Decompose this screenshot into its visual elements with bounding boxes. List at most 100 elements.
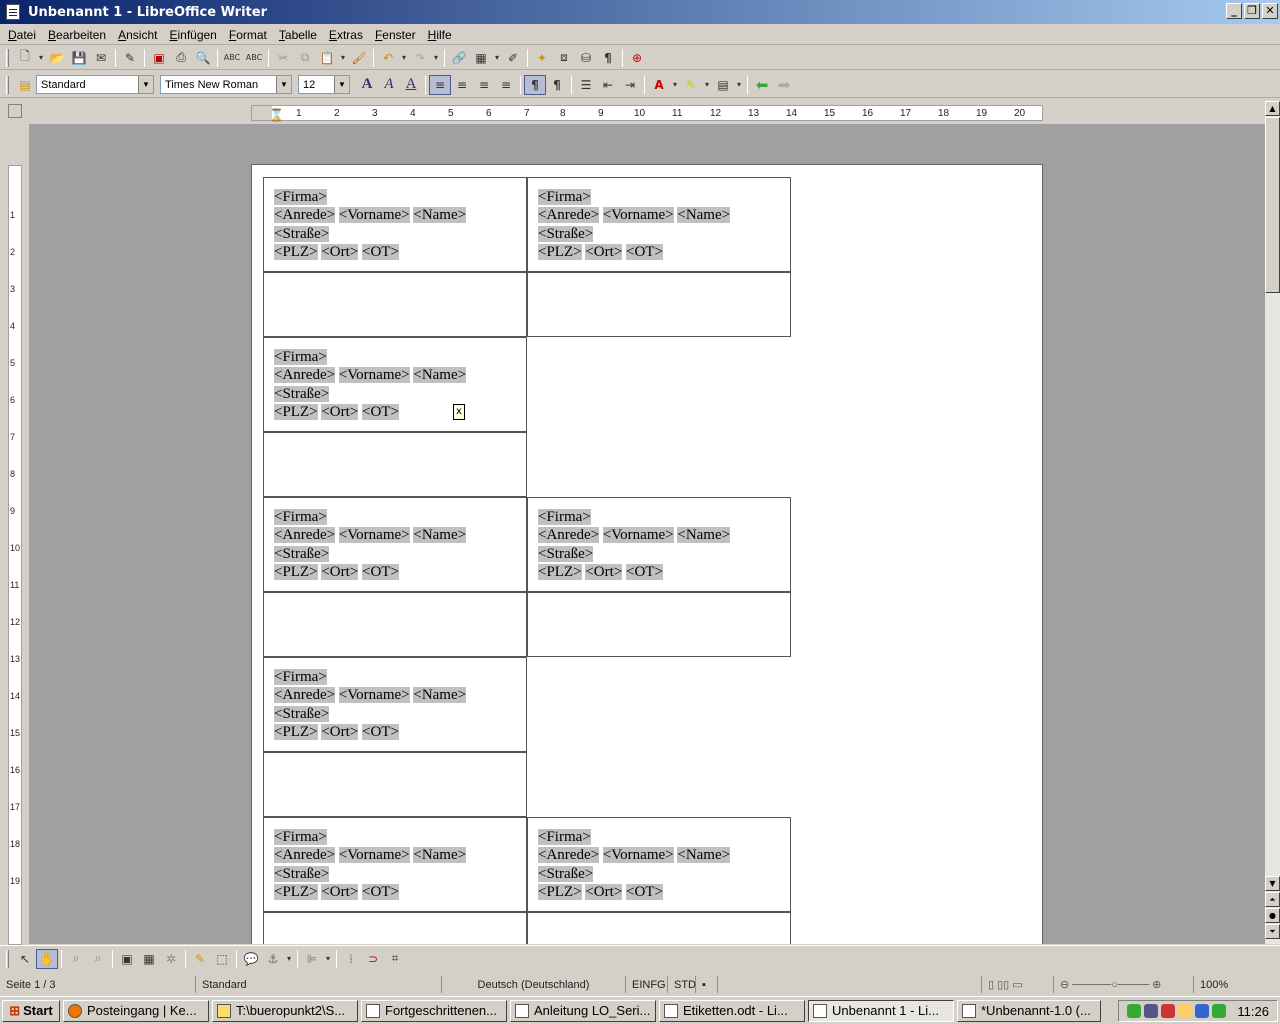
align-left-icon[interactable]: ≡ bbox=[429, 74, 451, 95]
background-color-icon[interactable]: ▤ bbox=[712, 75, 734, 95]
chevron-down-icon[interactable]: ▼ bbox=[334, 76, 349, 93]
close-button[interactable]: ✕ bbox=[1262, 3, 1278, 19]
select-arrow-icon[interactable]: ↖ bbox=[14, 949, 36, 969]
chevron-down-icon[interactable]: ▾ bbox=[323, 949, 333, 969]
paragraph-style-select[interactable]: Standard ▼ bbox=[36, 75, 154, 94]
callout-icon[interactable]: 💬 bbox=[240, 949, 262, 969]
label-cell[interactable]: <Firma> <Anrede> <Vorname> <Name> <Straß… bbox=[527, 497, 791, 592]
decrease-indent-icon[interactable]: ⇤ bbox=[597, 75, 619, 95]
grid-dots-icon[interactable]: ⁞ bbox=[340, 949, 362, 969]
tray-icon[interactable] bbox=[1178, 1004, 1193, 1018]
menu-tabelle[interactable]: Tabelle bbox=[273, 28, 323, 42]
email-icon[interactable]: ✉ bbox=[90, 48, 112, 68]
spacer-cell[interactable] bbox=[263, 592, 527, 657]
toolbar-grip[interactable] bbox=[6, 949, 9, 968]
copy-icon[interactable]: ⧉ bbox=[294, 48, 316, 68]
restore-button[interactable]: ❐ bbox=[1244, 3, 1260, 19]
paste-icon[interactable]: 📋 bbox=[316, 48, 338, 68]
zoom-icon[interactable]: ⌕ bbox=[65, 949, 87, 969]
toolbar-grip[interactable] bbox=[6, 48, 9, 67]
chevron-down-icon[interactable]: ▾ bbox=[670, 75, 680, 95]
status-page-style[interactable]: Standard bbox=[196, 976, 442, 993]
chevron-down-icon[interactable]: ▾ bbox=[284, 949, 294, 969]
label-cell[interactable]: <Firma> <Anrede> <Vorname> <Name> <Straß… bbox=[263, 657, 527, 752]
previous-icon[interactable]: ⬅ bbox=[751, 75, 773, 95]
taskbar-button[interactable]: Posteingang | Ke... bbox=[63, 999, 209, 1022]
status-insert-mode[interactable]: EINFG bbox=[626, 976, 668, 993]
font-color-icon[interactable]: A bbox=[648, 75, 670, 95]
taskbar-button-active[interactable]: Unbenannt 1 - Li... bbox=[808, 999, 954, 1022]
italic-icon[interactable]: A bbox=[378, 75, 400, 95]
label-cell[interactable]: <Firma> <Anrede> <Vorname> <Name> <Straß… bbox=[263, 497, 527, 592]
chevron-down-icon[interactable]: ▾ bbox=[399, 48, 409, 68]
menu-hilfe[interactable]: Hilfe bbox=[422, 28, 458, 42]
styles-formatting-icon[interactable]: ▤ bbox=[14, 75, 36, 95]
gallery-icon[interactable]: ⧈ bbox=[553, 48, 575, 68]
vertical-ruler[interactable]: 1 2 3 4 5 6 7 8 9 10 11 12 13 14 15 16 1… bbox=[8, 165, 22, 945]
label-cell[interactable]: <Firma> <Anrede> <Vorname> <Name> <Straß… bbox=[527, 817, 791, 912]
label-cell[interactable]: <Firma> <Anrede> <Vorname> <Name> <Straß… bbox=[263, 177, 527, 272]
label-cell[interactable]: <Firma> <Anrede> <Vorname> <Name> <Straß… bbox=[527, 177, 791, 272]
data-sources-icon[interactable]: ⛁ bbox=[575, 48, 597, 68]
taskbar-button[interactable]: Etiketten.odt - Li... bbox=[659, 999, 805, 1022]
tray-icon[interactable] bbox=[1195, 1004, 1210, 1018]
chevron-down-icon[interactable]: ▾ bbox=[338, 48, 348, 68]
menu-bearbeiten[interactable]: Bearbeiten bbox=[42, 28, 112, 42]
rtl-icon[interactable]: ¶ bbox=[546, 75, 568, 95]
spacer-cell[interactable] bbox=[263, 752, 527, 817]
formatting-marks-icon[interactable]: ¶ bbox=[597, 48, 619, 68]
navigation-icon[interactable]: ● bbox=[1265, 908, 1280, 923]
bold-icon[interactable]: A bbox=[356, 75, 378, 95]
chevron-down-icon[interactable]: ▼ bbox=[138, 76, 153, 93]
align-center-icon[interactable]: ≡ bbox=[451, 75, 473, 95]
spacer-cell[interactable] bbox=[527, 592, 791, 657]
spacer-cell[interactable] bbox=[527, 272, 791, 337]
spacer-cell[interactable] bbox=[263, 432, 527, 497]
toolbar-grip[interactable] bbox=[6, 75, 9, 94]
anchor-icon[interactable]: ⚓ bbox=[262, 949, 284, 969]
print-preview-icon[interactable]: 🔍 bbox=[192, 48, 214, 68]
indent-marker-icon[interactable]: ⌛ bbox=[269, 108, 284, 122]
tray-icon[interactable] bbox=[1144, 1004, 1159, 1018]
points-icon[interactable]: ⬚ bbox=[211, 949, 233, 969]
spacer-cell[interactable] bbox=[263, 272, 527, 337]
scroll-down-icon[interactable]: ▼ bbox=[1265, 876, 1280, 891]
chevron-down-icon[interactable]: ▾ bbox=[36, 48, 46, 68]
fontwork-icon[interactable]: ✎ bbox=[189, 949, 211, 969]
wrap-icon[interactable]: ⊃ bbox=[362, 949, 384, 969]
vertical-scrollbar[interactable]: ▲ ▼ ⏶ ● ⏷ bbox=[1265, 101, 1280, 944]
next-icon[interactable]: ➡ bbox=[773, 75, 795, 95]
increase-indent-icon[interactable]: ⇥ bbox=[619, 75, 641, 95]
tray-icon[interactable] bbox=[1212, 1004, 1227, 1018]
chevron-down-icon[interactable]: ▾ bbox=[702, 75, 712, 95]
chevron-down-icon[interactable]: ▼ bbox=[276, 76, 291, 93]
help-icon[interactable]: ⊕ bbox=[626, 48, 648, 68]
underline-icon[interactable]: A bbox=[400, 75, 422, 95]
align-right-icon[interactable]: ≡ bbox=[473, 75, 495, 95]
effects-icon[interactable]: ✲ bbox=[160, 949, 182, 969]
chevron-down-icon[interactable]: ▾ bbox=[492, 48, 502, 68]
tray-icon[interactable] bbox=[1161, 1004, 1176, 1018]
menu-format[interactable]: Format bbox=[223, 28, 273, 42]
chevron-down-icon[interactable]: ▾ bbox=[734, 75, 744, 95]
status-zoom[interactable]: 100% bbox=[1194, 976, 1244, 993]
taskbar-button[interactable]: Fortgeschrittenen... bbox=[361, 999, 507, 1022]
zoom-slider[interactable]: ⊖ ─────○──── ⊕ bbox=[1054, 976, 1194, 993]
start-button[interactable]: ⊞ Start bbox=[2, 999, 60, 1022]
menu-einfuegen[interactable]: Einfügen bbox=[163, 28, 222, 42]
redo-icon[interactable]: ↷ bbox=[409, 48, 431, 68]
new-document-icon[interactable]: 🗋 bbox=[14, 48, 36, 68]
image-icon[interactable]: ▣ bbox=[116, 949, 138, 969]
menu-fenster[interactable]: Fenster bbox=[369, 28, 422, 42]
highlighting-icon[interactable]: ✎ bbox=[680, 75, 702, 95]
taskbar-button[interactable]: Anleitung LO_Seri... bbox=[510, 999, 656, 1022]
undo-icon[interactable]: ↶ bbox=[377, 48, 399, 68]
menu-ansicht[interactable]: Ansicht bbox=[112, 28, 163, 42]
save-icon[interactable]: 💾 bbox=[68, 48, 90, 68]
font-name-select[interactable]: Times New Roman ▼ bbox=[160, 75, 292, 94]
cut-icon[interactable]: ✂ bbox=[272, 48, 294, 68]
label-cell[interactable]: <Firma> <Anrede> <Vorname> <Name> <Straß… bbox=[263, 817, 527, 912]
status-page[interactable]: Seite 1 / 3 bbox=[0, 976, 196, 993]
align-objects-icon[interactable]: ⊫ bbox=[301, 949, 323, 969]
document-workspace[interactable]: <Firma> <Anrede> <Vorname> <Name> <Straß… bbox=[29, 124, 1265, 944]
